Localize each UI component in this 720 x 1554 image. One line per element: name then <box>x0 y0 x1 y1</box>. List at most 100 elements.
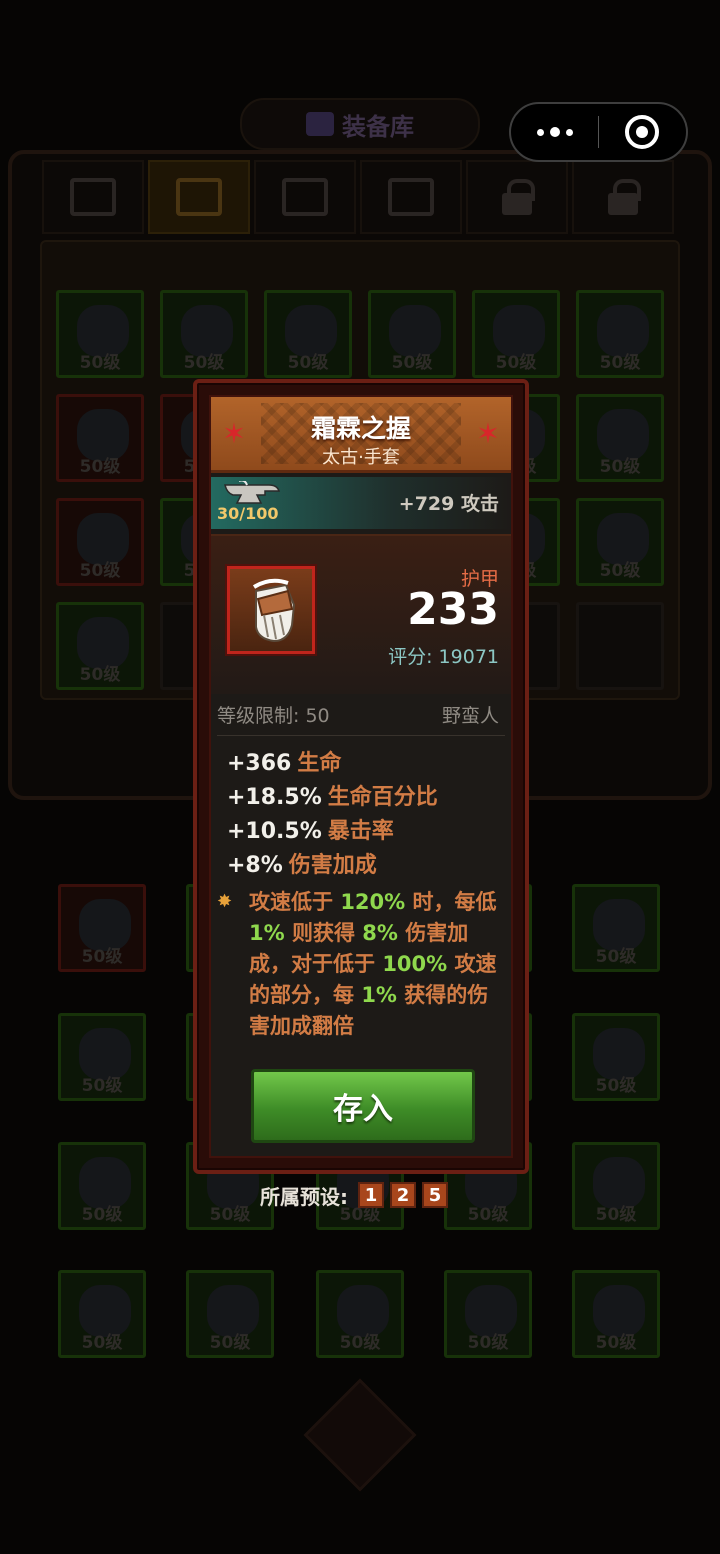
slot-level: 50级 <box>595 947 637 967</box>
stat-value: +8% <box>227 853 283 878</box>
inventory-slot[interactable]: 50级 <box>444 1270 532 1358</box>
slot-level: 50级 <box>595 1205 637 1225</box>
class-requirement: 野蛮人 <box>441 705 499 727</box>
requirement-row: 等级限制: 50 野蛮人 <box>211 697 511 733</box>
target-circle-icon <box>625 115 660 149</box>
inventory-slot[interactable]: 50级 <box>576 290 664 378</box>
item-detail-popup: ✶ ✶ 霜霖之握 太古·手套 30/100 +729 攻击 护甲 233 评分:… <box>193 379 529 1174</box>
inventory-slot[interactable]: 50级 <box>56 394 144 482</box>
effect-value: 1% <box>249 921 285 945</box>
inventory-slot[interactable]: 50级 <box>572 884 660 972</box>
inventory-slot[interactable]: 50级 <box>56 602 144 690</box>
chest-icon <box>176 178 222 216</box>
tab-chest-2[interactable] <box>148 160 250 234</box>
preset-label: 所属预设: <box>260 1184 348 1209</box>
slot-level: 50级 <box>79 457 121 477</box>
tab-locked-2[interactable] <box>572 160 674 234</box>
close-x-icon[interactable] <box>303 1378 417 1492</box>
inventory-title: 装备库 <box>342 112 414 141</box>
more-dots-icon <box>536 128 544 136</box>
close-miniprogram-button[interactable] <box>599 104 686 160</box>
stat-value: +366 <box>227 751 292 776</box>
inventory-slot[interactable]: 50级 <box>58 1013 146 1101</box>
forge-row: 30/100 +729 攻击 <box>211 477 511 529</box>
more-button[interactable] <box>511 104 598 160</box>
stat-name: 生命百分比 <box>327 785 438 810</box>
slot-level: 50级 <box>391 353 433 373</box>
stat-value: +10.5% <box>227 819 322 844</box>
slot-level: 50级 <box>209 1205 251 1225</box>
stat-row: +18.5% 生命百分比 <box>227 781 507 815</box>
forge-progress: 30/100 <box>217 504 279 523</box>
slot-level: 50级 <box>599 561 641 581</box>
slot-level: 50级 <box>79 665 121 685</box>
inventory-slot[interactable]: 50级 <box>572 1142 660 1230</box>
popup-body: ✶ ✶ 霜霖之握 太古·手套 30/100 +729 攻击 护甲 233 评分:… <box>209 395 513 1158</box>
inventory-slot[interactable]: 50级 <box>58 1142 146 1230</box>
effect-text: 时，每低 <box>405 890 497 914</box>
star-bullet-icon: ✸ <box>217 891 233 912</box>
slot-level: 50级 <box>599 353 641 373</box>
item-summary: 护甲 233 评分: 19071 <box>211 534 511 694</box>
preset-row: 所属预设: 1 2 5 <box>260 1180 448 1210</box>
slot-level: 50级 <box>595 1076 637 1096</box>
stat-row: +366 生命 <box>227 747 507 781</box>
inventory-slot[interactable]: 50级 <box>58 1270 146 1358</box>
stat-name: 生命 <box>297 751 342 776</box>
special-effect-text: 攻速低于 120% 时，每低 1% 则获得 8% 伤害加成，对于低于 100% … <box>249 887 507 1042</box>
store-button[interactable]: 存入 <box>251 1069 475 1143</box>
slot-level: 50级 <box>79 353 121 373</box>
inventory-title-banner: 装备库 <box>240 98 480 150</box>
more-dots-icon-center <box>549 127 560 137</box>
item-subtitle: 太古·手套 <box>322 447 400 468</box>
item-score: 评分: 19071 <box>388 646 499 668</box>
lock-icon <box>502 179 535 215</box>
inventory-slot[interactable]: 50级 <box>186 1270 274 1358</box>
inventory-slot[interactable] <box>576 602 664 690</box>
inventory-slot[interactable]: 50级 <box>572 1270 660 1358</box>
slot-level: 50级 <box>81 1205 123 1225</box>
inventory-slot[interactable]: 50级 <box>58 884 146 972</box>
gauntlet-icon <box>227 566 315 654</box>
slot-level: 50级 <box>467 1333 509 1353</box>
inventory-slot[interactable]: 50级 <box>472 290 560 378</box>
inventory-slot[interactable]: 50级 <box>572 1013 660 1101</box>
effect-text: 攻速低于 <box>249 890 341 914</box>
slot-level: 50级 <box>599 457 641 477</box>
chest-icon <box>306 112 334 136</box>
inventory-slot[interactable]: 50级 <box>160 290 248 378</box>
tab-chest-1[interactable] <box>42 160 144 234</box>
slot-level: 50级 <box>209 1333 251 1353</box>
divider <box>217 735 505 736</box>
tab-chest-4[interactable] <box>360 160 462 234</box>
inventory-slot[interactable]: 50级 <box>576 498 664 586</box>
level-requirement: 等级限制: 50 <box>217 705 330 727</box>
inventory-slot[interactable]: 50级 <box>576 394 664 482</box>
slot-level: 50级 <box>183 353 225 373</box>
effect-value: 100% <box>382 952 448 976</box>
more-dots-icon-right <box>565 128 573 136</box>
chest-icon <box>282 178 328 216</box>
miniprogram-capsule <box>509 102 688 162</box>
tab-chest-3[interactable] <box>254 160 356 234</box>
slot-level: 50级 <box>467 1205 509 1225</box>
stat-name: 伤害加成 <box>288 853 377 878</box>
inventory-slot[interactable]: 50级 <box>56 290 144 378</box>
inventory-slot[interactable]: 50级 <box>316 1270 404 1358</box>
preset-badge[interactable]: 2 <box>390 1182 416 1208</box>
special-effect: ✸ 攻速低于 120% 时，每低 1% 则获得 8% 伤害加成，对于低于 100… <box>217 887 507 1042</box>
inventory-slot[interactable]: 50级 <box>368 290 456 378</box>
effect-value: 8% <box>362 921 398 945</box>
preset-badge[interactable]: 1 <box>358 1182 384 1208</box>
lock-icon <box>608 179 641 215</box>
preset-badge[interactable]: 5 <box>422 1182 448 1208</box>
stat-list: +366 生命 +18.5% 生命百分比 +10.5% 暴击率 +8% 伤害加成 <box>227 747 507 883</box>
stat-value: +18.5% <box>227 785 322 810</box>
tab-locked-1[interactable] <box>466 160 568 234</box>
forge-bonus: +729 攻击 <box>398 493 499 515</box>
chest-icon <box>388 178 434 216</box>
inventory-slot[interactable]: 50级 <box>56 498 144 586</box>
inventory-slot[interactable]: 50级 <box>264 290 352 378</box>
slot-level: 50级 <box>81 1333 123 1353</box>
chest-icon <box>70 178 116 216</box>
